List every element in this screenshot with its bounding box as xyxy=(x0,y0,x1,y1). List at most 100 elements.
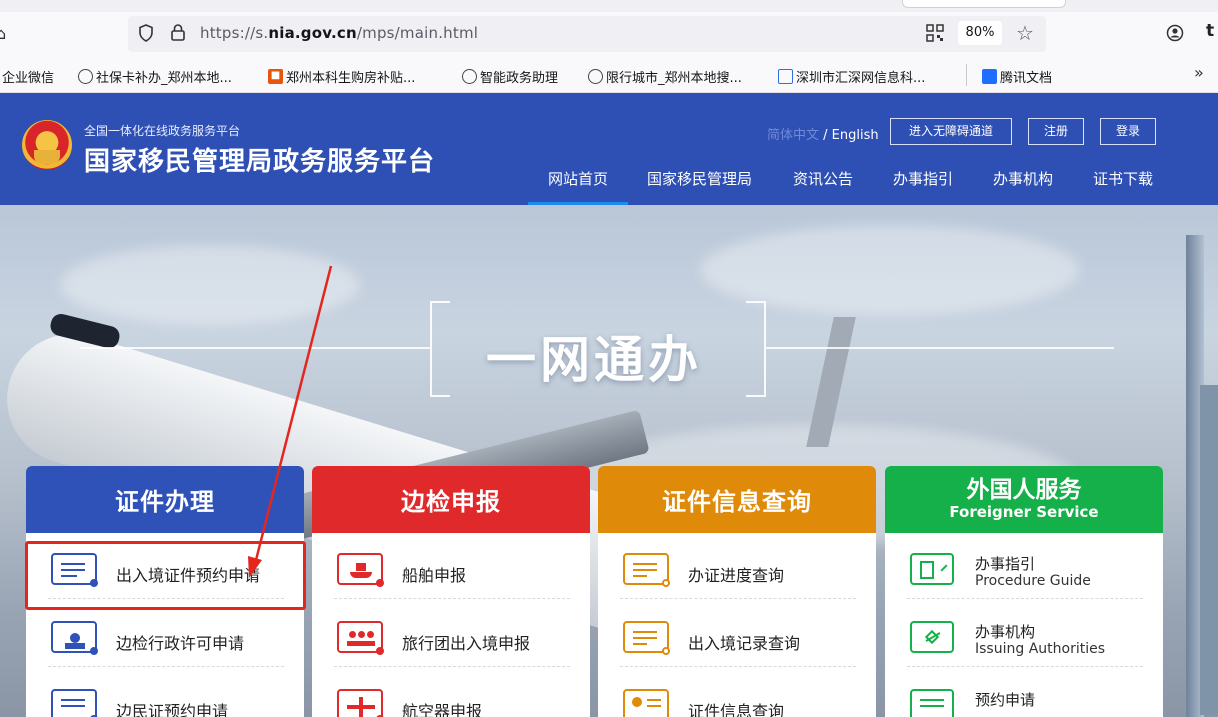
service-item-ship-declaration[interactable]: 船舶申报 xyxy=(334,533,570,599)
card-subtitle: Foreigner Service xyxy=(949,503,1099,522)
tencent-docs-icon xyxy=(982,69,997,84)
bookmark-label: 企业微信 xyxy=(2,71,55,86)
url-text[interactable]: https://s.nia.gov.cn/mps/main.html xyxy=(200,24,478,42)
service-label: 航空器申报 xyxy=(402,702,483,717)
qr-code-icon[interactable] xyxy=(926,24,944,42)
home-icon[interactable]: ⌂ xyxy=(0,24,10,43)
nav-guide[interactable]: 办事指引 xyxy=(893,168,953,189)
card-title: 外国人服务 xyxy=(966,476,1082,503)
card-foreigner-service: 外国人服务 Foreigner Service 办事指引 Procedure Gui… xyxy=(885,466,1163,717)
language-switcher[interactable]: 简体中文 / English xyxy=(767,124,879,143)
service-item-aircraft-declaration[interactable]: 航空器申报 xyxy=(334,669,570,717)
document-clock-icon xyxy=(51,689,98,717)
bookmarks-overflow-button[interactable]: » xyxy=(1194,63,1204,82)
id-card-icon xyxy=(623,689,669,717)
service-item-progress-inquiry[interactable]: 办证进度查询 xyxy=(620,533,856,599)
service-item-appointment[interactable]: 预约申请 xyxy=(907,669,1143,717)
hero-bracket-right xyxy=(746,301,766,397)
card-header[interactable]: 证件办理 xyxy=(26,466,304,533)
site-favicon-icon xyxy=(778,69,793,84)
service-label: 预约申请 xyxy=(975,691,1035,709)
card-header[interactable]: 边检申报 xyxy=(312,466,590,533)
service-label: 办证进度查询 xyxy=(688,566,785,585)
bookmarks-separator xyxy=(966,64,967,86)
card-title: 证件办理 xyxy=(115,488,215,516)
document-search-icon xyxy=(623,621,670,655)
account-icon[interactable] xyxy=(1166,24,1184,42)
bookmark-item[interactable]: 限行城市_郑州本地搜... xyxy=(588,67,742,86)
extension-button[interactable]: t xyxy=(1206,21,1214,41)
service-label-cn: 办事指引 xyxy=(975,555,1036,573)
service-item-issuing-authorities[interactable]: 办事机构 Issuing Authorities xyxy=(907,601,1143,667)
nav-nia[interactable]: 国家移民管理局 xyxy=(647,168,752,189)
active-tab-edge[interactable] xyxy=(902,0,1066,8)
ship-icon xyxy=(337,553,384,587)
card-title: 边检申报 xyxy=(401,488,501,516)
bookmark-item[interactable]: ■ 郑州本科生购房补贴... xyxy=(268,67,415,86)
lock-icon[interactable] xyxy=(170,23,186,41)
register-button[interactable]: 注册 xyxy=(1028,118,1084,145)
site-favicon-icon: ■ xyxy=(268,69,283,84)
bookmark-label: 社保卡补办_郑州本地... xyxy=(96,71,232,86)
service-label: 船舶申报 xyxy=(402,566,467,585)
bookmark-item[interactable]: 企业微信 xyxy=(2,67,54,86)
service-label: 证件信息查询 xyxy=(688,702,785,717)
service-item-certificate-info[interactable]: 证件信息查询 xyxy=(620,669,856,717)
service-item-entry-exit-records[interactable]: 出入境记录查询 xyxy=(620,601,856,667)
person-badge-icon xyxy=(51,621,98,655)
service-label: 边检行政许可申请 xyxy=(116,634,245,653)
service-item-procedure-guide[interactable]: 办事指引 Procedure Guide xyxy=(907,533,1143,599)
service-item-border-resident-appointment[interactable]: 边民证预约申请 xyxy=(48,669,284,717)
bookmark-label: 智能政务助理 xyxy=(480,71,559,86)
building-icon xyxy=(910,553,954,585)
service-label-en: Issuing Authorities xyxy=(975,641,1105,657)
card-certificate-inquiry: 证件信息查询 办证进度查询 出入境记录查询 证件信息查询 xyxy=(598,466,876,717)
service-label-cn: 办事机构 xyxy=(975,623,1036,641)
service-label-cn: 预约申请 xyxy=(975,691,1036,709)
hero-divider-right xyxy=(766,347,1114,349)
service-item-border-permit[interactable]: 边检行政许可申请 xyxy=(48,601,284,667)
service-item-tour-group-declaration[interactable]: 旅行团出入境申报 xyxy=(334,601,570,667)
login-button[interactable]: 登录 xyxy=(1100,118,1156,145)
card-title: 证件信息查询 xyxy=(662,488,812,516)
tracking-shield-icon[interactable] xyxy=(138,24,154,42)
bookmark-item[interactable]: 社保卡补办_郑州本地... xyxy=(78,67,232,86)
card-border-inspection: 边检申报 船舶申报 旅行团出入境申报 航空器申报 xyxy=(312,466,590,717)
nav-agencies[interactable]: 办事机构 xyxy=(993,168,1053,189)
aircraft-icon xyxy=(337,689,384,717)
document-icon xyxy=(910,689,954,717)
site-title[interactable]: 国家移民管理局政务服务平台 xyxy=(84,141,435,178)
group-icon xyxy=(337,621,384,655)
bookmark-star-icon[interactable]: ☆ xyxy=(1016,21,1034,45)
zoom-level-badge[interactable]: 80% xyxy=(958,21,1002,45)
accessibility-button[interactable]: 进入无障碍通道 xyxy=(890,118,1012,145)
globe-icon xyxy=(78,69,93,84)
document-search-icon xyxy=(623,553,670,587)
nav-home[interactable]: 网站首页 xyxy=(548,168,608,189)
service-label: 办事机构 Issuing Authorities xyxy=(975,623,1105,658)
bookmark-label: 腾讯文档 xyxy=(1000,71,1053,86)
lang-chinese[interactable]: 简体中文 xyxy=(767,128,819,143)
compass-icon xyxy=(910,621,954,653)
cloud-decoration xyxy=(60,245,360,325)
bookmark-item[interactable]: 腾讯文档 xyxy=(982,67,1052,86)
hero-divider-left xyxy=(80,347,430,349)
hero-title: 一网通办 xyxy=(486,331,702,389)
bookmark-item[interactable]: 深圳市汇深网信息科... xyxy=(778,67,925,86)
service-label: 出入境记录查询 xyxy=(688,634,801,653)
card-header[interactable]: 外国人服务 Foreigner Service xyxy=(885,466,1163,533)
nav-news[interactable]: 资讯公告 xyxy=(793,168,853,189)
nav-certificate-download[interactable]: 证书下载 xyxy=(1093,168,1153,189)
card-header[interactable]: 证件信息查询 xyxy=(598,466,876,533)
bookmark-item[interactable]: 智能政务助理 xyxy=(462,67,558,86)
annotation-highlight-box xyxy=(25,541,306,610)
hero-bracket-left xyxy=(430,301,450,397)
site-subtitle: 全国一体化在线政务服务平台 xyxy=(84,124,241,138)
bookmarks-bar: 企业微信 社保卡补办_郑州本地... ■ 郑州本科生购房补贴... 智能政务助理 … xyxy=(0,58,1218,93)
globe-icon xyxy=(462,69,477,84)
service-label: 办事指引 Procedure Guide xyxy=(975,555,1091,590)
skyline-building xyxy=(1200,385,1218,715)
tab-strip xyxy=(0,0,1218,12)
service-label: 边民证预约申请 xyxy=(116,702,229,717)
lang-english[interactable]: / English xyxy=(819,128,878,143)
